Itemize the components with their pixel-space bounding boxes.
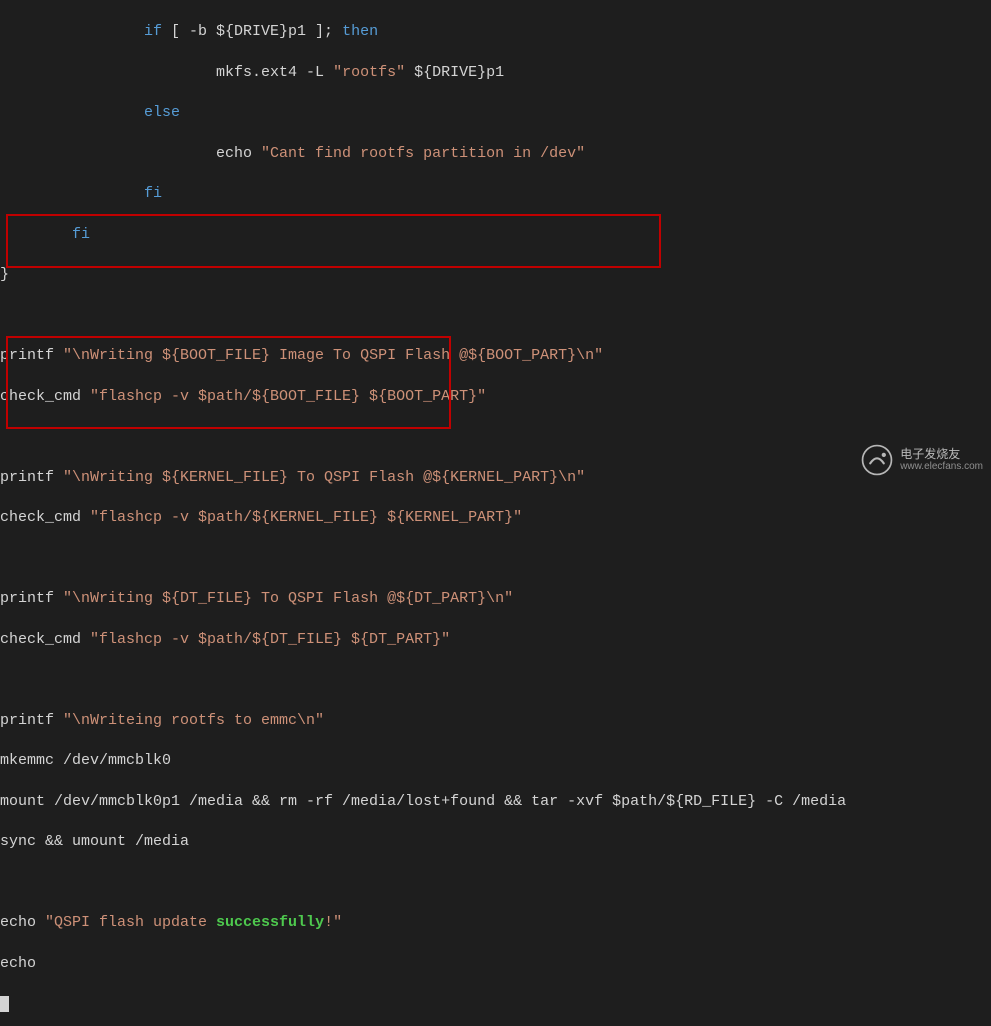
kw-if: if	[0, 23, 162, 40]
kw-then: then	[342, 23, 378, 40]
cursor	[0, 996, 9, 1012]
kw-else: else	[0, 104, 180, 121]
kw-fi: fi	[0, 185, 162, 202]
watermark-logo-icon	[860, 443, 894, 477]
watermark: 电子发烧友 www.elecfans.com	[860, 443, 983, 477]
success-word: successfully	[216, 914, 324, 931]
watermark-text: 电子发烧友 www.elecfans.com	[900, 448, 983, 472]
terminal-code: if [ -b ${DRIVE}p1 ]; then mkfs.ext4 -L …	[0, 2, 991, 1026]
kw-fi2: fi	[0, 226, 90, 243]
